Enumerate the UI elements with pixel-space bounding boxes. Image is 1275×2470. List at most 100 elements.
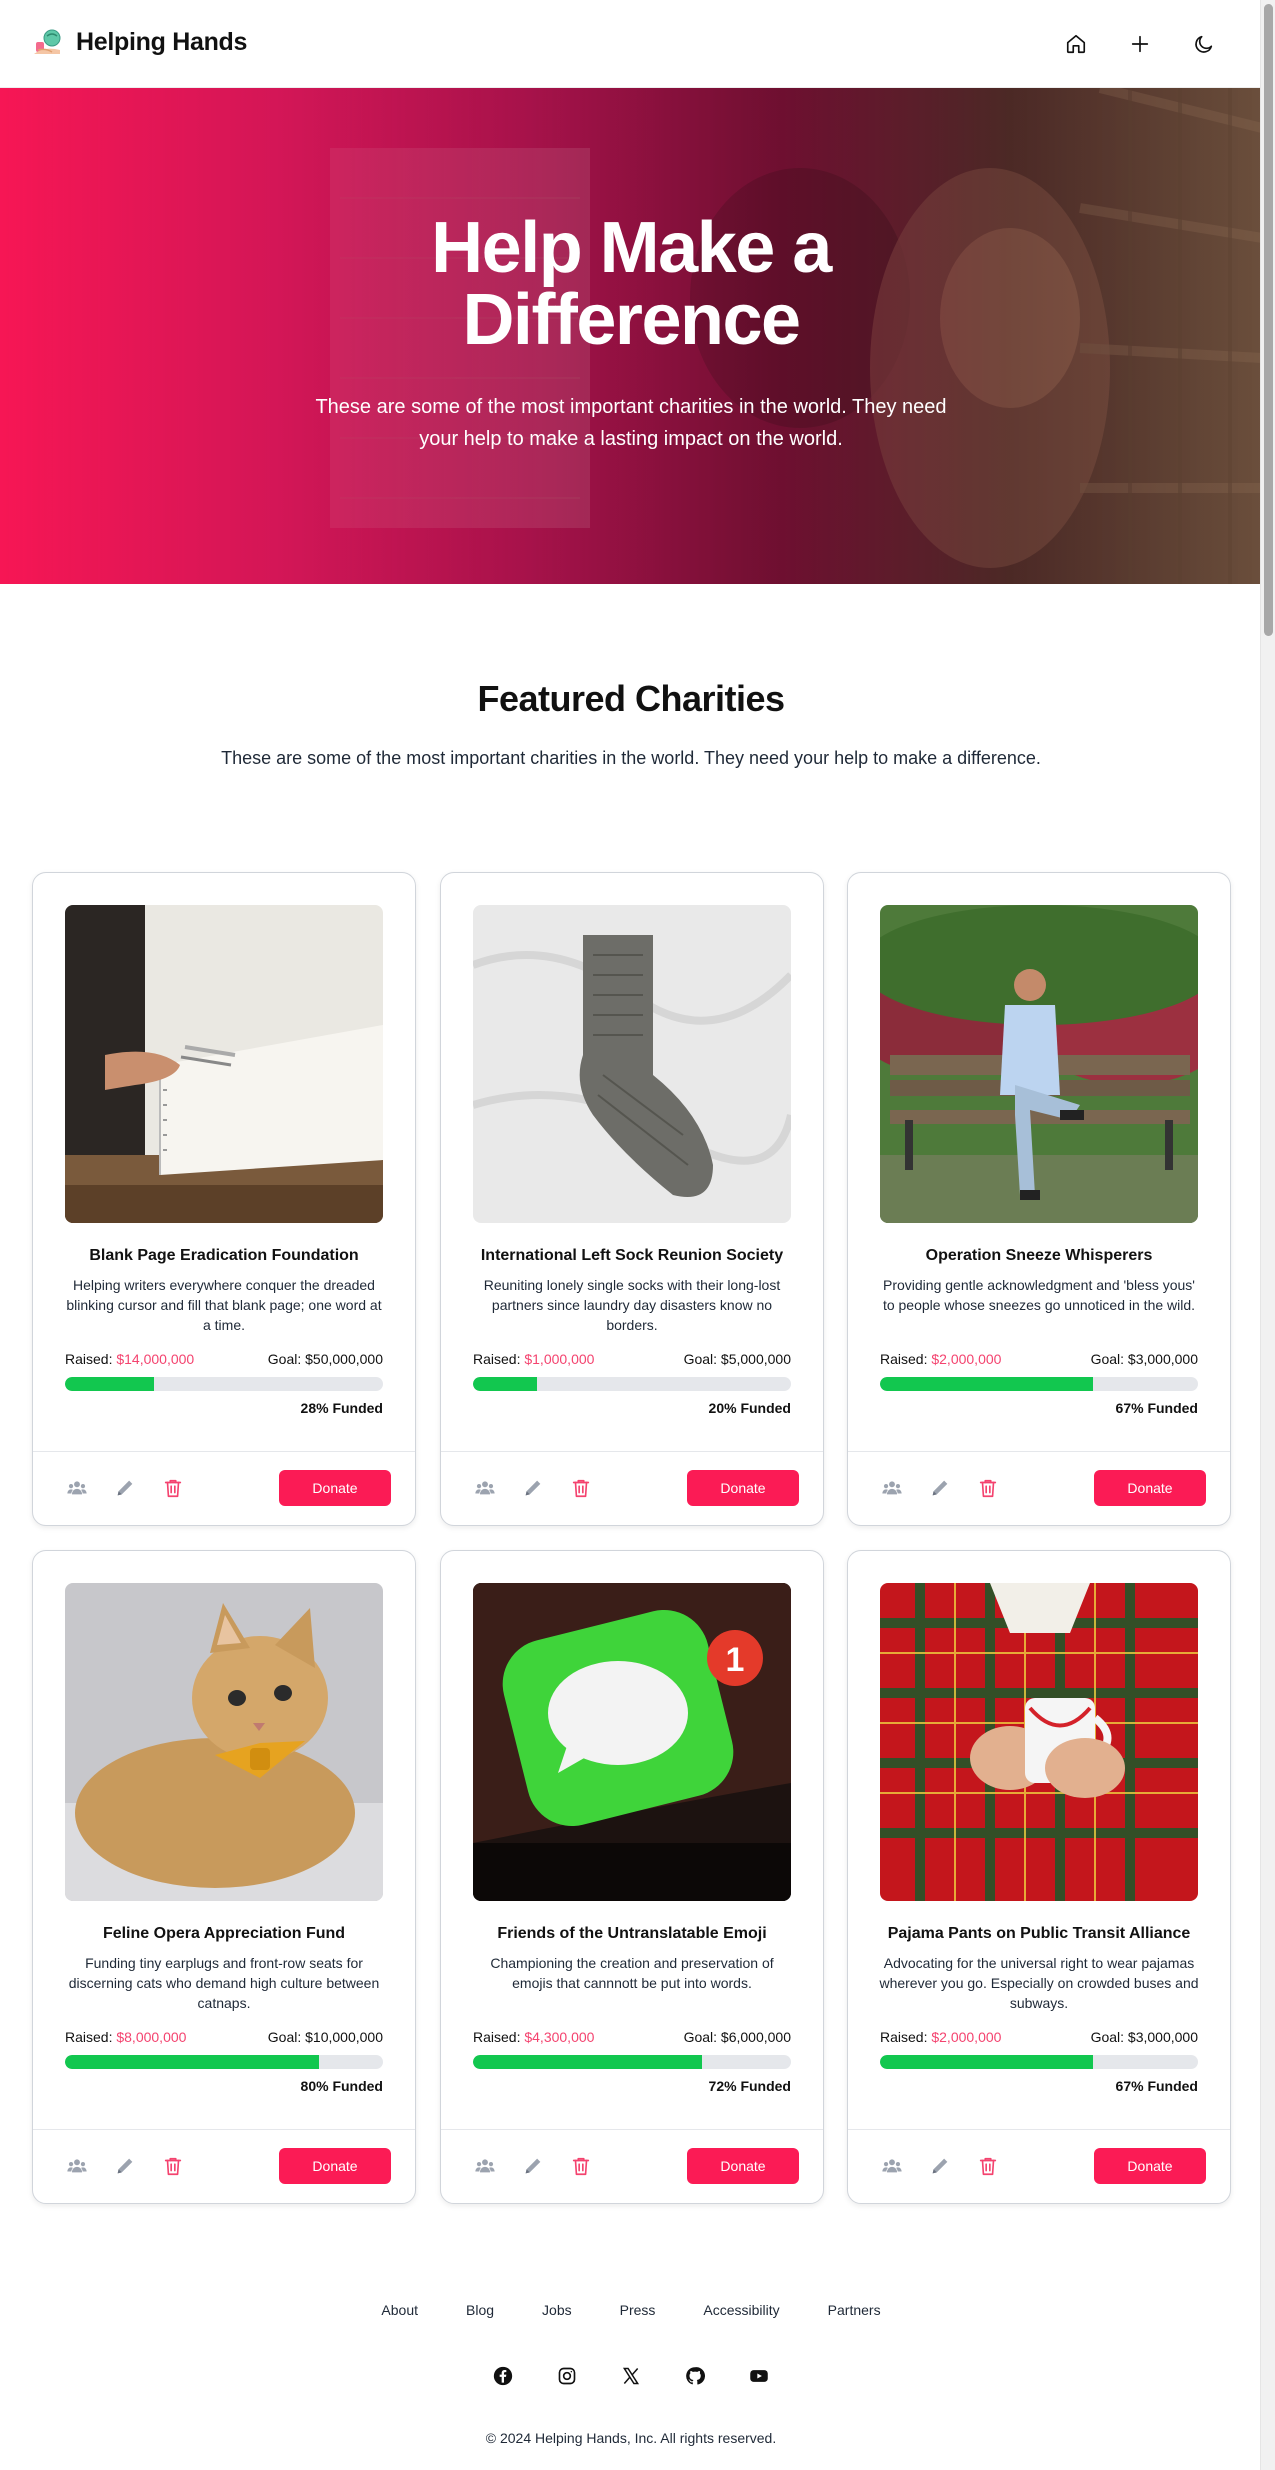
- page-scrollbar[interactable]: [1260, 0, 1275, 2470]
- delete-trash-icon[interactable]: [567, 1474, 595, 1502]
- raised-value: $4,300,000: [524, 2029, 595, 2045]
- goal-label: Goal:: [683, 2029, 718, 2045]
- edit-pencil-icon[interactable]: [111, 2152, 139, 2180]
- charity-title[interactable]: Feline Opera Appreciation Fund: [57, 1925, 391, 1943]
- delete-trash-icon[interactable]: [567, 2152, 595, 2180]
- charity-card: Pajama Pants on Public Transit Alliance …: [847, 1550, 1231, 2204]
- goal-label: Goal:: [683, 1351, 718, 1367]
- raised-value: $2,000,000: [931, 1351, 1002, 1367]
- donate-button[interactable]: Donate: [687, 1470, 799, 1506]
- charity-title[interactable]: Pajama Pants on Public Transit Alliance: [872, 1925, 1206, 1943]
- raised-amount: Raised: $4,300,000: [473, 2029, 594, 2045]
- charity-image: [65, 905, 383, 1223]
- supporters-icon[interactable]: [471, 2152, 499, 2180]
- charity-description: Helping writers everywhere conquer the d…: [66, 1277, 382, 1333]
- github-icon[interactable]: [681, 2362, 709, 2390]
- donate-button[interactable]: Donate: [1094, 2148, 1206, 2184]
- funded-percentage: 20% Funded: [708, 1400, 791, 1416]
- supporters-icon[interactable]: [878, 2152, 906, 2180]
- moon-icon[interactable]: [1186, 26, 1222, 62]
- home-icon[interactable]: [1058, 26, 1094, 62]
- copyright: © 2024 Helping Hands, Inc. All rights re…: [485, 2430, 777, 2446]
- charity-title[interactable]: Friends of the Untranslatable Emoji: [465, 1925, 799, 1943]
- charity-title[interactable]: Operation Sneeze Whisperers: [872, 1247, 1206, 1265]
- goal-value: $10,000,000: [305, 2029, 383, 2045]
- funding-row: Raised: $4,300,000 Goal: $6,000,000: [473, 2029, 791, 2045]
- raised-label: Raised:: [473, 1351, 521, 1367]
- supporters-icon[interactable]: [471, 1474, 499, 1502]
- donate-button[interactable]: Donate: [279, 2148, 391, 2184]
- charity-image: [880, 905, 1198, 1223]
- funding-progress-fill: [473, 1377, 537, 1391]
- funding-progress-bar: [65, 2055, 383, 2069]
- edit-pencil-icon[interactable]: [519, 2152, 547, 2180]
- card-actions: Donate: [33, 2129, 415, 2204]
- goal-label: Goal:: [1090, 2029, 1125, 2045]
- goal-amount: Goal: $3,000,000: [1091, 2029, 1198, 2045]
- x-icon[interactable]: [617, 2362, 645, 2390]
- funding-progress-fill: [65, 1377, 155, 1391]
- goal-label: Goal:: [267, 2029, 302, 2045]
- supporters-icon[interactable]: [63, 2152, 91, 2180]
- raised-label: Raised:: [65, 1351, 113, 1367]
- charity-image: [65, 1583, 383, 1901]
- instagram-icon[interactable]: [553, 2362, 581, 2390]
- goal-amount: Goal: $6,000,000: [684, 2029, 791, 2045]
- funding-progress-bar: [473, 2055, 791, 2069]
- charity-card: International Left Sock Reunion Society …: [440, 872, 824, 1526]
- charity-title[interactable]: Blank Page Eradication Foundation: [57, 1247, 391, 1265]
- edit-pencil-icon[interactable]: [519, 1474, 547, 1502]
- footer-link-blog[interactable]: Blog: [466, 2302, 494, 2318]
- edit-pencil-icon[interactable]: [926, 2152, 954, 2180]
- charity-description: Funding tiny earplugs and front-row seat…: [68, 1955, 380, 2011]
- youtube-icon[interactable]: [745, 2362, 773, 2390]
- featured-title: Featured Charities: [477, 678, 785, 719]
- donate-button[interactable]: Donate: [1094, 1470, 1206, 1506]
- edit-pencil-icon[interactable]: [111, 1474, 139, 1502]
- delete-trash-icon[interactable]: [974, 1474, 1002, 1502]
- page: Helping Hands Help Make a Difference The…: [0, 0, 1262, 2470]
- donate-button[interactable]: Donate: [687, 2148, 799, 2184]
- hero-title: Help Make a Difference: [431, 208, 832, 360]
- footer-link-accessibility[interactable]: Accessibility: [703, 2302, 779, 2318]
- raised-amount: Raised: $2,000,000: [880, 1351, 1001, 1367]
- brand[interactable]: Helping Hands: [30, 24, 247, 60]
- footer-link-press[interactable]: Press: [620, 2302, 656, 2318]
- goal-value: $50,000,000: [305, 1351, 383, 1367]
- raised-amount: Raised: $2,000,000: [880, 2029, 1001, 2045]
- raised-amount: Raised: $1,000,000: [473, 1351, 594, 1367]
- hero-banner: Help Make a Difference These are some of…: [0, 88, 1262, 584]
- funded-percentage: 67% Funded: [1115, 2078, 1198, 2094]
- delete-trash-icon[interactable]: [159, 1474, 187, 1502]
- footer-link-jobs[interactable]: Jobs: [542, 2302, 572, 2318]
- hero-subtitle: These are some of the most important cha…: [315, 396, 947, 450]
- funding-progress-fill: [473, 2055, 702, 2069]
- charity-image: 1: [473, 1583, 791, 1901]
- footer-link-about[interactable]: About: [381, 2302, 418, 2318]
- charity-card: Blank Page Eradication Foundation Helpin…: [32, 872, 416, 1526]
- charity-title[interactable]: International Left Sock Reunion Society: [465, 1247, 799, 1265]
- card-actions: Donate: [848, 2129, 1230, 2204]
- raised-value: $1,000,000: [524, 1351, 595, 1367]
- funding-progress-bar: [473, 1377, 791, 1391]
- goal-value: $3,000,000: [1127, 2029, 1198, 2045]
- plus-icon[interactable]: [1122, 26, 1158, 62]
- facebook-icon[interactable]: [489, 2362, 517, 2390]
- header-actions: [1058, 26, 1222, 62]
- funding-row: Raised: $2,000,000 Goal: $3,000,000: [880, 2029, 1198, 2045]
- donate-button[interactable]: Donate: [279, 1470, 391, 1506]
- raised-label: Raised:: [65, 2029, 113, 2045]
- delete-trash-icon[interactable]: [159, 2152, 187, 2180]
- footer-link-partners[interactable]: Partners: [828, 2302, 881, 2318]
- charity-description: Championing the creation and preservatio…: [490, 1955, 774, 1991]
- supporters-icon[interactable]: [63, 1474, 91, 1502]
- funding-progress-fill: [880, 1377, 1094, 1391]
- delete-trash-icon[interactable]: [974, 2152, 1002, 2180]
- edit-pencil-icon[interactable]: [926, 1474, 954, 1502]
- goal-amount: Goal: $5,000,000: [684, 1351, 791, 1367]
- supporters-icon[interactable]: [878, 1474, 906, 1502]
- brand-name: Helping Hands: [76, 27, 248, 56]
- card-actions: Donate: [441, 2129, 823, 2204]
- helping-hands-logo-icon: [30, 24, 66, 60]
- scrollbar-thumb[interactable]: [1264, 4, 1273, 636]
